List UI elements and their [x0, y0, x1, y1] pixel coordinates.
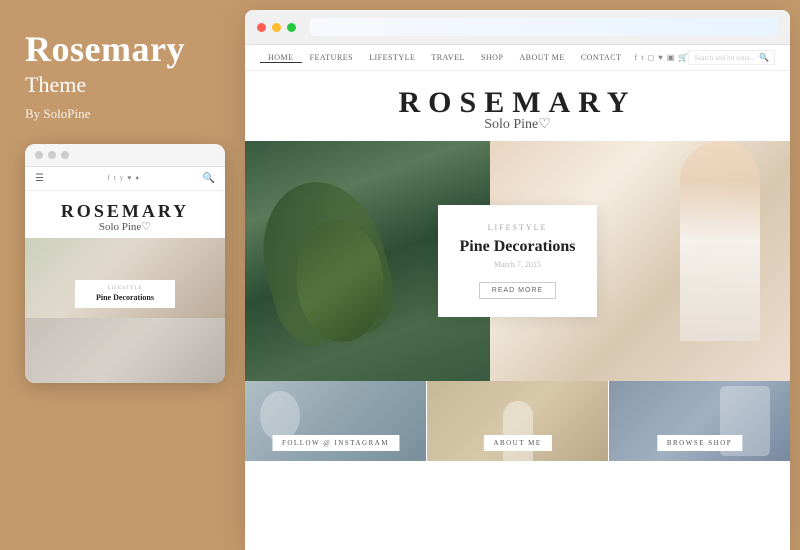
mobile-post-card: LIFESTYLE Pine Decorations [75, 280, 175, 308]
post-date: March 7, 2015 [460, 260, 576, 269]
about-cell: ABOUT ME [427, 381, 608, 461]
read-more-button[interactable]: READ MORE [479, 282, 556, 299]
search-placeholder: Search and hit enter... [694, 54, 755, 62]
main-hero-post: LIFESTYLE Pine Decorations March 7, 2015… [245, 141, 790, 381]
theme-title: Rosemary [25, 30, 225, 70]
site-logo-script: Solo Pine♡ [245, 116, 790, 133]
mobile-dot-2 [48, 151, 56, 159]
search-icon[interactable]: 🔍 [759, 53, 769, 62]
mobile-hamburger-icon: ☰ [35, 173, 44, 184]
mobile-top-bar [25, 144, 225, 167]
mobile-social-icons: f t y ♥ ♦ [107, 174, 139, 182]
bottom-grid: FOLLOW @ INSTAGRAM ABOUT ME BROWSE SHOP [245, 381, 790, 461]
nav-lifestyle[interactable]: LIFESTYLE [361, 53, 423, 62]
nav-about[interactable]: ABOUT ME [511, 53, 572, 62]
left-panel: Rosemary Theme By SoloPine ☰ f t y ♥ ♦ 🔍… [0, 0, 245, 550]
mobile-logo-text: ROSEMARY [30, 201, 220, 222]
browser-close-dot [257, 23, 266, 32]
nav-instagram-icon: ◻ [647, 53, 654, 62]
nav-features[interactable]: FEATURES [302, 53, 362, 62]
site-nav: HOME FEATURES LIFESTYLE TRAVEL SHOP ABOU… [245, 45, 790, 71]
mobile-search-icon: 🔍 [203, 173, 215, 184]
site-logo-area: ROSEMARY Solo Pine♡ [245, 71, 790, 141]
nav-cart-icon: 🛒 [678, 53, 688, 62]
post-title: Pine Decorations [460, 238, 576, 256]
mobile-post-image: LIFESTYLE Pine Decorations [25, 238, 225, 318]
nav-pinterest-icon: ♥ [658, 53, 663, 62]
mobile-logo-area: ROSEMARY Solo Pine♡ [25, 191, 225, 238]
browser-chrome [245, 10, 790, 45]
browser-url-bar [310, 18, 778, 36]
shop-cell: BROWSE SHOP [609, 381, 790, 461]
mobile-logo-script: Solo Pine♡ [30, 220, 220, 233]
mobile-bottom-image [25, 318, 225, 383]
about-label[interactable]: ABOUT ME [483, 435, 551, 451]
site-logo-text: ROSEMARY [245, 86, 790, 120]
theme-by: By SoloPine [25, 106, 225, 122]
browser-maximize-dot [287, 23, 296, 32]
nav-facebook-icon: f [635, 53, 638, 62]
post-category: LIFESTYLE [460, 223, 576, 232]
mobile-dot-3 [61, 151, 69, 159]
nav-shop[interactable]: SHOP [473, 53, 511, 62]
mobile-post-title: Pine Decorations [85, 293, 165, 302]
mobile-nav: ☰ f t y ♥ ♦ 🔍 [25, 167, 225, 191]
nav-travel[interactable]: TRAVEL [423, 53, 473, 62]
shop-label[interactable]: BROWSE SHOP [657, 435, 742, 451]
post-card-overlay: LIFESTYLE Pine Decorations March 7, 2015… [438, 205, 598, 317]
nav-contact[interactable]: CONTACT [573, 53, 630, 62]
desktop-preview: HOME FEATURES LIFESTYLE TRAVEL SHOP ABOU… [245, 10, 790, 550]
browser-minimize-dot [272, 23, 281, 32]
theme-subtitle: Theme [25, 72, 225, 98]
nav-search-bar[interactable]: Search and hit enter... 🔍 [688, 50, 775, 65]
instagram-cell: FOLLOW @ INSTAGRAM [245, 381, 426, 461]
instagram-label[interactable]: FOLLOW @ INSTAGRAM [272, 435, 399, 451]
mobile-preview: ☰ f t y ♥ ♦ 🔍 ROSEMARY Solo Pine♡ LIFEST… [25, 144, 225, 383]
nav-home[interactable]: HOME [260, 53, 302, 63]
mobile-post-category: LIFESTYLE [85, 286, 165, 291]
mobile-dot-1 [35, 151, 43, 159]
nav-social-icons: f t ◻ ♥ ▣ 🛒 [635, 53, 689, 62]
nav-rss-icon: ▣ [667, 53, 675, 62]
nav-twitter-icon: t [641, 53, 643, 62]
desktop-site: HOME FEATURES LIFESTYLE TRAVEL SHOP ABOU… [245, 45, 790, 550]
